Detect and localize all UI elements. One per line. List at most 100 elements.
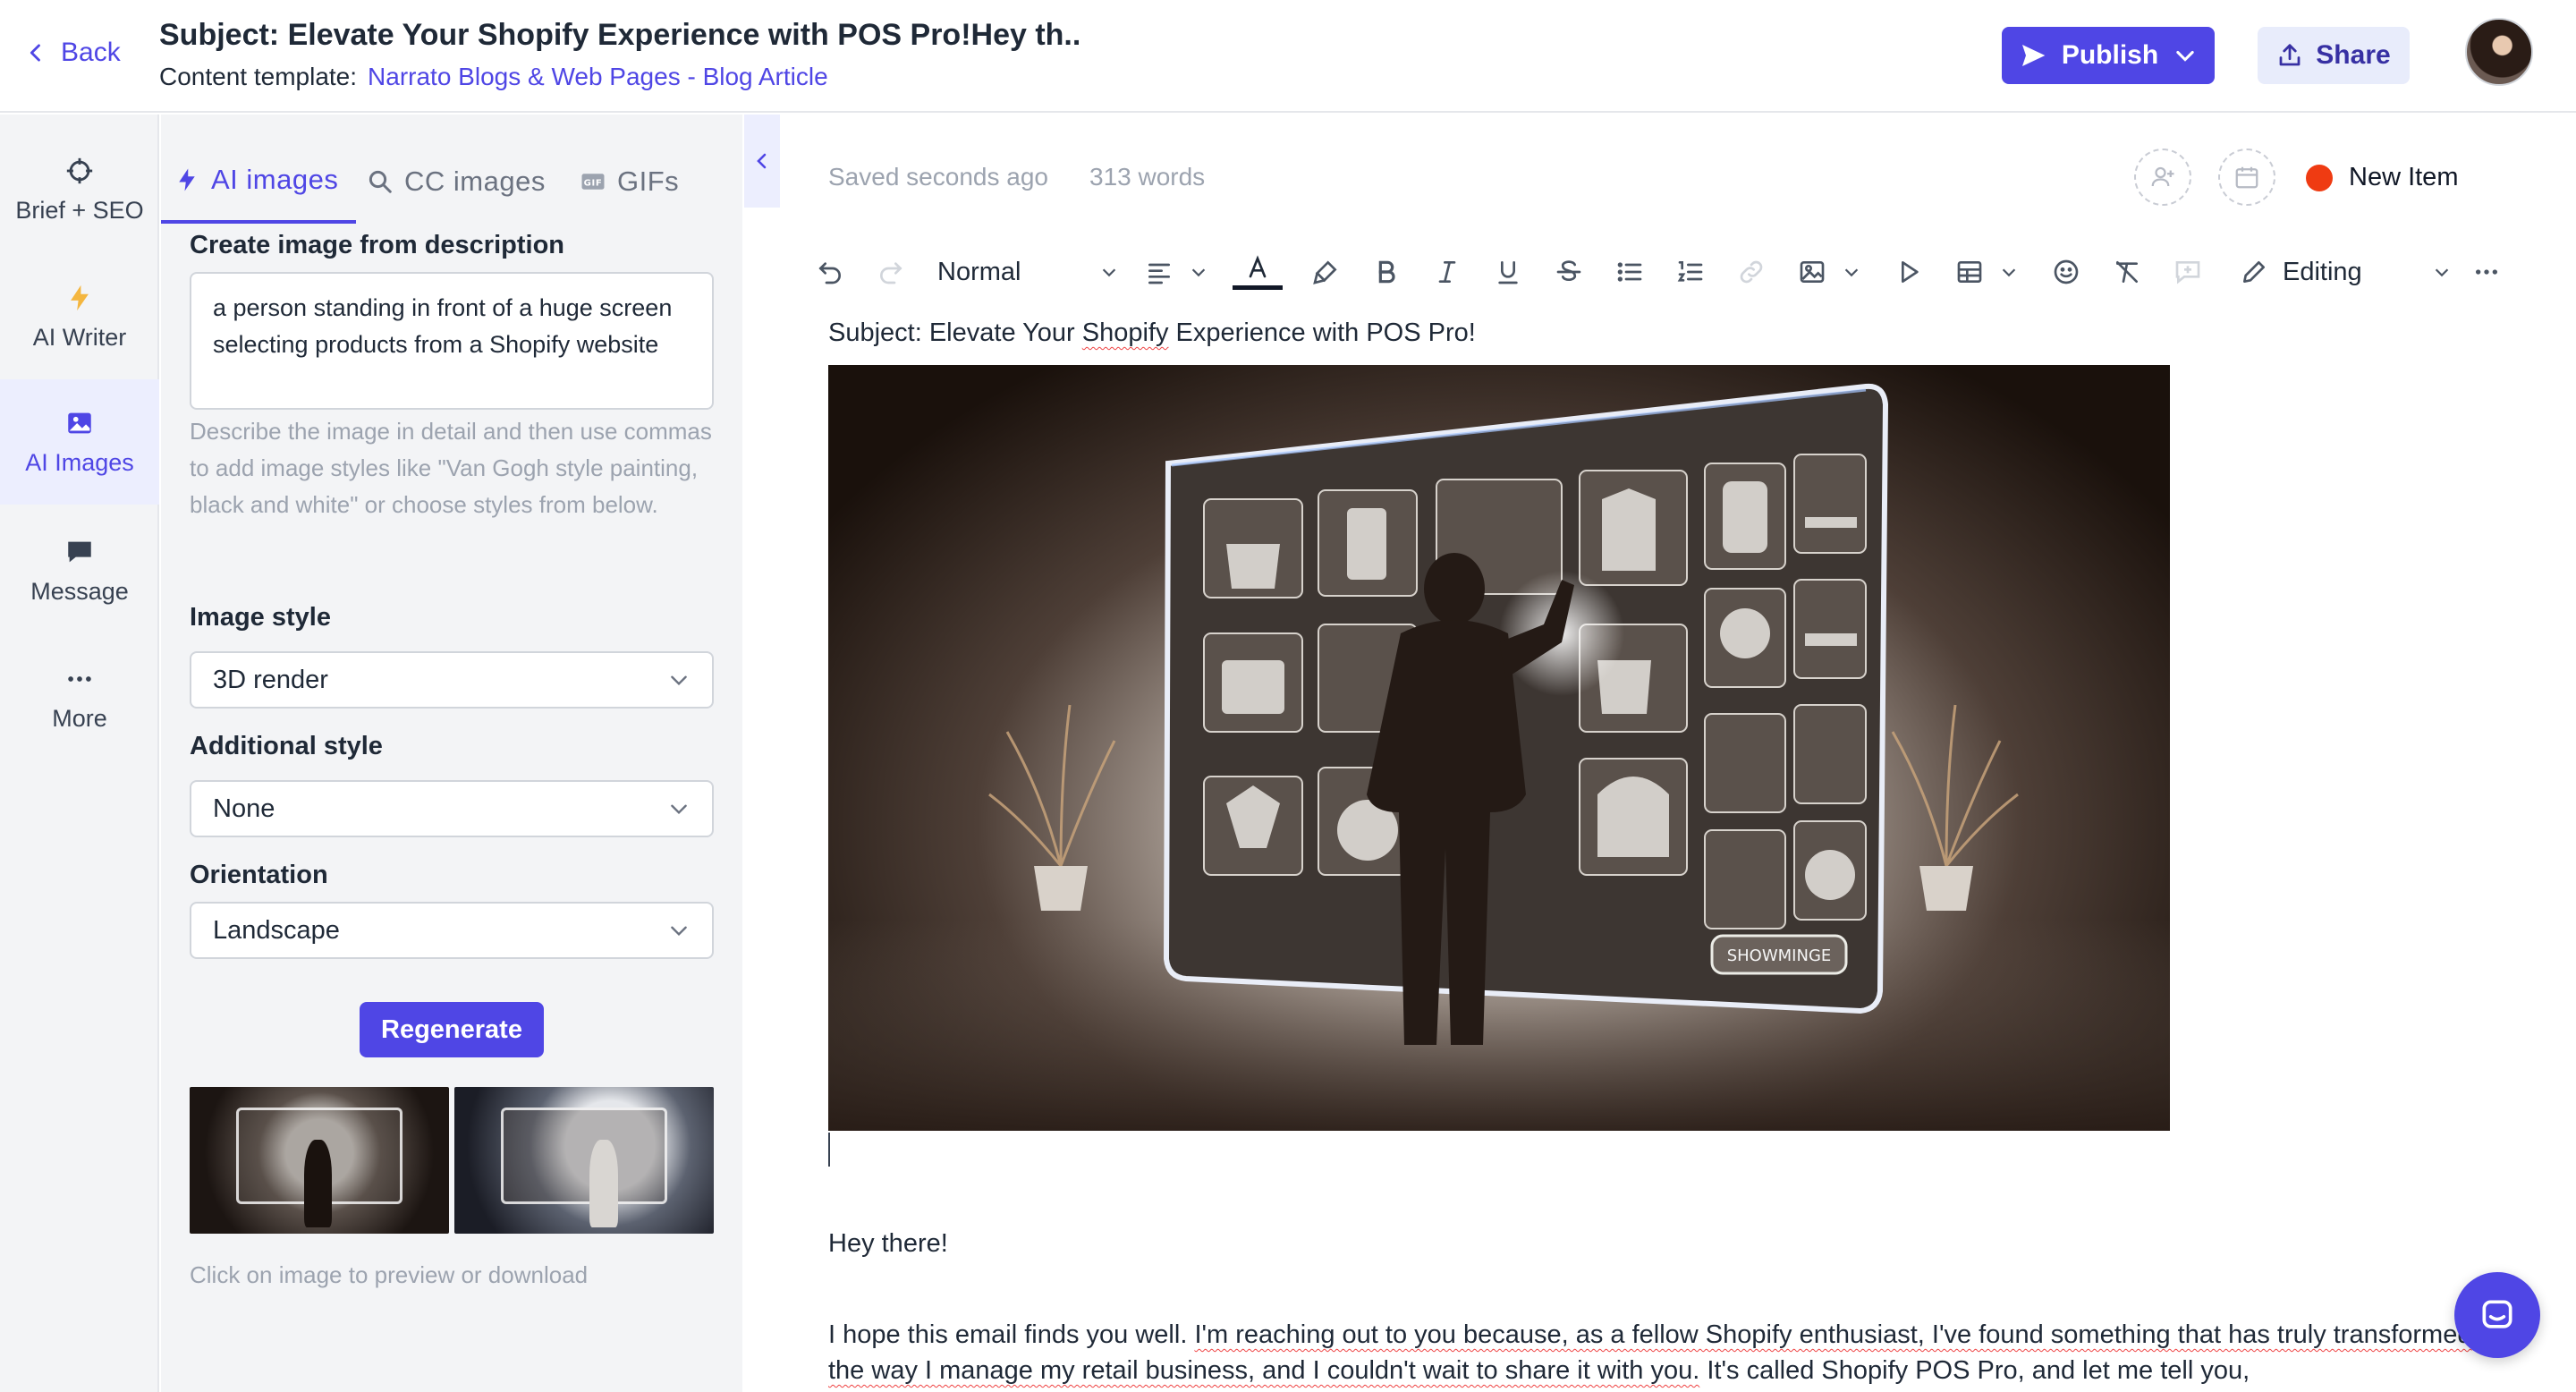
more-options-button[interactable] [2469,245,2504,299]
rail-item-brief-seo[interactable]: Brief + SEO [0,127,159,252]
rail-item-label: More [52,704,107,732]
rail-item-label: Message [30,577,129,605]
paragraph-style-select[interactable]: Normal [937,245,1021,299]
strikethrough-icon [1556,260,1581,282]
gif-icon: GIF [581,174,605,190]
chat-icon [2482,1300,2512,1328]
underline-button[interactable] [1490,245,1526,299]
send-icon [2021,45,2046,66]
additional-style-select[interactable]: None [190,780,714,837]
edit-mode-dropdown[interactable] [2424,245,2460,299]
align-button[interactable] [1141,245,1177,299]
play-icon [1902,261,1919,283]
top-bar: Back Subject: Elevate Your Shopify Exper… [0,0,2576,113]
rail-item-more[interactable]: More [0,635,159,760]
body-text-tail: It's called Shopify POS Pro, and let me … [1699,1356,2250,1385]
tab-cc-images[interactable]: CC images [367,140,546,224]
orientation-value: Landscape [213,915,340,945]
assign-user-button[interactable] [2134,149,2191,206]
chevron-down-icon [2002,268,2016,277]
image-description-input[interactable]: a person standing in front of a huge scr… [190,272,714,410]
underline-icon [1498,261,1518,284]
hero-illustration: SHOWMINGE [828,383,2170,1131]
inserted-ai-image[interactable]: SHOWMINGE [828,365,2170,1131]
chevron-left-icon [30,44,40,62]
panel-tabs: AI images CC images GIF GIFs [161,140,742,224]
tab-ai-images[interactable]: AI images [161,140,356,224]
strikethrough-button[interactable] [1551,245,1587,299]
regenerate-button[interactable]: Regenerate [360,1002,544,1057]
tab-gifs[interactable]: GIF GIFs [580,140,679,224]
chevron-down-icon [1102,268,1116,277]
bullet-list-button[interactable] [1612,245,1648,299]
share-button[interactable]: Share [2258,27,2410,84]
clear-format-icon [2116,261,2138,283]
workflow-status-label: New Item [2349,163,2459,191]
document-title[interactable]: Subject: Elevate Your Shopify Experience… [159,18,1080,53]
emoji-button[interactable] [2048,245,2084,299]
body-paragraph[interactable]: I hope this email finds you well. I'm re… [828,1317,2501,1388]
orientation-select[interactable]: Landscape [190,902,714,959]
clear-formatting-button[interactable] [2109,245,2145,299]
text-cursor [828,1133,830,1167]
font-color-icon [1249,254,1267,277]
image-icon [68,412,91,433]
rail-item-ai-images[interactable]: AI Images [0,379,159,505]
generated-image-thumbnail[interactable] [190,1087,449,1234]
editor-toolbar: Normal Editing [805,245,2504,299]
align-left-icon [1148,263,1170,284]
greeting-paragraph[interactable]: Hey there! [828,1226,948,1261]
publish-label: Publish [2061,40,2159,70]
screen-shop-button-text: SHOWMINGE [1727,946,1832,965]
align-dropdown[interactable] [1181,245,1216,299]
rail-item-ai-writer[interactable]: AI Writer [0,254,159,379]
svg-text:GIF: GIF [584,178,603,188]
more-icon [68,675,91,682]
upload-icon [2279,44,2301,66]
back-button[interactable]: Back [23,38,121,68]
highlight-button[interactable] [1308,245,1343,299]
chevron-down-icon [671,675,687,686]
highlighter-icon [1313,260,1337,284]
subject-suffix: Experience with POS Pro! [1168,318,1476,347]
image-style-select[interactable]: 3D render [190,651,714,709]
workflow-status[interactable]: New Item [2306,163,2458,192]
chevron-down-icon [1191,268,1206,277]
redo-button[interactable] [873,245,909,299]
rail-item-message[interactable]: Message [0,508,159,633]
user-avatar[interactable] [2465,18,2533,86]
link-button[interactable] [1733,245,1769,299]
template-link[interactable]: Narrato Blogs & Web Pages - Blog Article [368,63,828,90]
insert-image-dropdown[interactable] [1834,245,1869,299]
insert-table-dropdown[interactable] [1991,245,2027,299]
tab-label: AI images [211,164,339,195]
insert-video-button[interactable] [1891,245,1927,299]
comment-button[interactable] [2170,245,2206,299]
chevron-down-icon [2176,50,2194,62]
insert-image-button[interactable] [1794,245,1830,299]
search-icon [369,170,392,193]
italic-button[interactable] [1429,245,1465,299]
publish-button[interactable]: Publish [2002,27,2215,84]
due-date-button[interactable] [2218,149,2275,206]
orientation-label: Orientation [190,861,328,889]
paragraph-style-dropdown[interactable] [1091,245,1127,299]
undo-button[interactable] [812,245,848,299]
add-user-icon [2151,166,2174,187]
thumbnail-hint: Click on image to preview or download [190,1261,589,1288]
bold-button[interactable] [1368,245,1404,299]
edit-mode-select[interactable]: Editing [2283,245,2362,299]
status-dot-icon [2306,164,2333,191]
text-color-button[interactable] [1233,245,1283,299]
document-subject-line[interactable]: Subject: Elevate Your Shopify Experience… [828,318,1476,348]
chat-support-button[interactable] [2454,1272,2540,1358]
generated-image-thumbnail[interactable] [454,1087,714,1234]
redo-icon [880,262,902,284]
rail-item-label: AI Writer [32,323,127,351]
insert-table-button[interactable] [1952,245,1987,299]
content-template-line: Content template: Narrato Blogs & Web Pag… [159,63,828,91]
numbered-list-button[interactable] [1673,245,1708,299]
collapse-panel-button[interactable] [744,115,780,208]
create-image-label: Create image from description [190,231,564,259]
edit-mode-icon-wrap[interactable] [2236,245,2272,299]
